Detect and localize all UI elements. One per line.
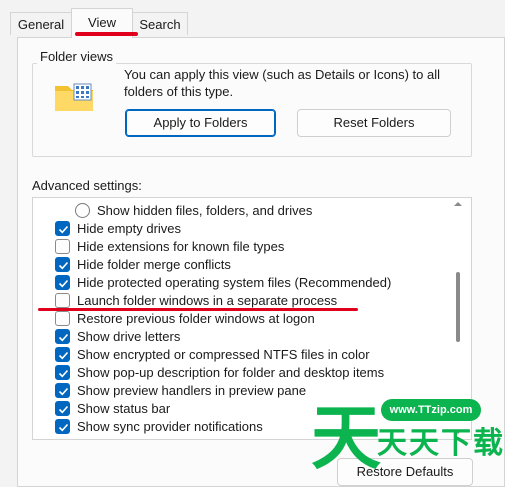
checkmark-icon [58, 369, 69, 378]
tab-view-label: View [88, 15, 116, 30]
checkmark-icon [58, 333, 69, 342]
watermark-url: www.TTzip.com [381, 399, 481, 421]
apply-to-folders-button[interactable]: Apply to Folders [125, 109, 276, 137]
list-item-label: Hide protected operating system files (R… [77, 275, 392, 290]
checkmark-icon [58, 225, 69, 234]
advanced-settings-label: Advanced settings: [32, 178, 142, 193]
list-item-label: Show pop-up description for folder and d… [77, 365, 385, 380]
checkbox[interactable] [55, 347, 70, 362]
list-item-label: Show hidden files, folders, and drives [97, 203, 313, 218]
checkbox[interactable] [55, 257, 70, 272]
list-item-label: Hide folder merge conflicts [77, 257, 231, 272]
scrollbar-thumb[interactable] [456, 272, 460, 342]
annotation-underline-view-tab [75, 32, 138, 36]
list-item-label: Hide empty drives [77, 221, 182, 236]
checkbox[interactable] [55, 275, 70, 290]
checkbox[interactable] [55, 311, 70, 326]
list-item-label: Show sync provider notifications [77, 419, 263, 434]
tab-search-label: Search [139, 17, 181, 32]
tab-strip: General View Search [0, 0, 505, 38]
radio-button[interactable] [75, 203, 90, 218]
list-item-label: Show encrypted or compressed NTFS files … [77, 347, 370, 362]
checkmark-icon [58, 261, 69, 270]
checkbox[interactable] [55, 383, 70, 398]
scroll-up-arrow-icon[interactable] [453, 200, 463, 208]
checkbox[interactable] [55, 365, 70, 380]
list-item-label: Restore previous folder windows at logon [77, 311, 315, 326]
checkbox[interactable] [55, 221, 70, 236]
folder-views-legend: Folder views [37, 49, 116, 64]
checkmark-icon [58, 405, 69, 414]
checkmark-icon [58, 351, 69, 360]
folder-views-icon [55, 83, 93, 111]
watermark: 天 www.TTzip.com 天天下载 [311, 388, 505, 487]
checkmark-icon [58, 423, 69, 432]
watermark-text: 天天下载 [377, 426, 505, 461]
list-item-label: Show drive letters [77, 329, 181, 344]
checkbox[interactable] [55, 293, 70, 308]
checkmark-icon [58, 387, 69, 396]
list-item-label: Hide extensions for known file types [77, 239, 285, 254]
folder-views-description: You can apply this view (such as Details… [124, 67, 441, 99]
checkmark-icon [58, 279, 69, 288]
reset-folders-button[interactable]: Reset Folders [297, 109, 451, 137]
list-item-label: Show status bar [77, 401, 171, 416]
annotation-underline-launch-folder [38, 308, 358, 311]
watermark-logo: 天 [311, 397, 381, 479]
checkbox[interactable] [55, 239, 70, 254]
checkbox[interactable] [55, 419, 70, 434]
checkbox[interactable] [55, 401, 70, 416]
tab-general[interactable]: General [10, 12, 72, 35]
checkbox[interactable] [55, 329, 70, 344]
tab-search[interactable]: Search [132, 12, 188, 35]
list-item-label: Show preview handlers in preview pane [77, 383, 307, 398]
tab-general-label: General [17, 17, 65, 32]
